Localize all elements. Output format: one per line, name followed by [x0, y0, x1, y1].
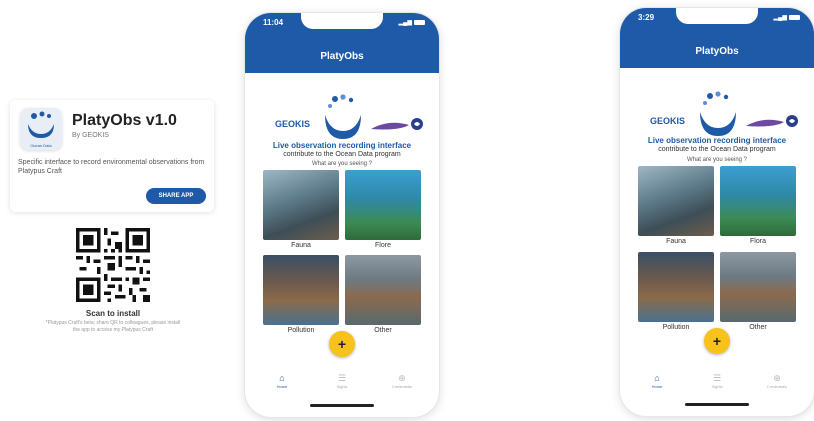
tile-label: Pollution [287, 327, 315, 334]
water-drops-icon [28, 111, 54, 138]
status-icons: ▂▄▆ [399, 19, 425, 26]
add-observation-button[interactable]: + [329, 331, 355, 357]
app-publisher: By GEOKIS [72, 132, 109, 139]
other-photo [720, 252, 796, 322]
nav-home[interactable]: ⌂ Home [632, 373, 682, 389]
home-icon: ⌂ [654, 373, 660, 383]
battery-icon [414, 19, 425, 25]
home-indicator [685, 403, 749, 406]
phone-notch [301, 13, 383, 29]
home-indicator [310, 404, 374, 407]
app-description: Specific interface to record environment… [18, 159, 205, 175]
app-icon: Ocean Data [20, 108, 62, 150]
platypus-craft-logo [746, 115, 798, 127]
pollution-photo [263, 255, 339, 325]
tile-label: Fauna [291, 242, 311, 249]
app-header: 11:04 ▂▄▆ PlatyObs [245, 13, 439, 73]
what-are-you-seeing-text: What are you seeing ? [311, 161, 373, 167]
pollution-photo [638, 252, 714, 322]
live-observation-text: Live observation recording interface [647, 136, 787, 145]
what-are-you-seeing-text: What are you seeing ? [686, 157, 748, 163]
nav-credentials[interactable]: ⊕ Credentials [752, 373, 802, 389]
add-observation-button[interactable]: + [704, 328, 730, 354]
phone-screen-1: 11:04 ▂▄▆ PlatyObs GEOKIS Live observati… [245, 13, 439, 417]
scan-to-install-subtitle: *Platypus Craft's beta; share QR to coll… [45, 320, 181, 333]
scan-to-install-title: Scan to install [85, 309, 141, 318]
status-time: 11:04 [263, 18, 284, 27]
phone-screen-2: 3:29 ▂▄▆ PlatyObs GEOKIS Live observatio… [620, 8, 814, 416]
tile-flora[interactable]: Flora [720, 166, 796, 245]
header-title: PlatyObs [320, 51, 364, 62]
tile-label: Other [374, 327, 392, 334]
bottom-nav: ⌂ Home ☰ Sights ⊕ Credentials [245, 373, 439, 403]
tile-fauna[interactable]: Fauna [638, 166, 714, 245]
globe-icon: ⊕ [398, 373, 406, 383]
other-photo [345, 255, 421, 325]
status-icons: ▂▄▆ [774, 14, 800, 21]
qr-code [76, 228, 150, 302]
header-title: PlatyObs [695, 46, 739, 57]
tile-other[interactable]: Other [720, 252, 796, 331]
ocean-data-logo-icon [325, 94, 361, 139]
nav-sights[interactable]: ☰ Sights [692, 373, 742, 389]
share-app-button[interactable]: SHARE APP [146, 188, 206, 204]
tile-label: Fauna [666, 238, 686, 245]
live-observation-text: Live observation recording interface [272, 141, 412, 150]
ocean-data-logo-icon [700, 91, 736, 136]
geokis-logo: GEOKIS [650, 116, 686, 126]
signal-icon: ▂▄▆ [398, 20, 412, 26]
tile-other[interactable]: Other [345, 255, 421, 334]
home-icon: ⌂ [279, 373, 285, 383]
tile-label: Flora [750, 238, 766, 245]
flora-photo [345, 170, 421, 240]
list-icon: ☰ [712, 373, 722, 383]
signal-icon: ▂▄▆ [773, 15, 787, 21]
geokis-logo: GEOKIS [275, 119, 311, 129]
list-icon: ☰ [337, 373, 347, 383]
app-icon-caption: Ocean Data [30, 143, 52, 148]
fauna-photo [638, 166, 714, 236]
platypus-craft-logo [371, 118, 423, 130]
battery-icon [789, 14, 800, 20]
tile-pollution[interactable]: Pollution [263, 255, 339, 334]
phone-notch [676, 8, 758, 24]
tile-label: Other [749, 324, 767, 331]
bottom-nav: ⌂ Home ☰ Sights ⊕ Credentials [620, 373, 814, 403]
tile-label: Flore [375, 242, 391, 249]
tile-label: Pollution [662, 324, 690, 331]
tile-flora[interactable]: Flore [345, 170, 421, 249]
nav-credentials[interactable]: ⊕ Credentials [377, 373, 427, 389]
status-time: 3:29 [638, 13, 655, 22]
contribute-text: contribute to the Ocean Data program [283, 151, 401, 158]
app-title: PlatyObs v1.0 [72, 112, 177, 129]
nav-home[interactable]: ⌂ Home [257, 373, 307, 389]
tile-fauna[interactable]: Fauna [263, 170, 339, 249]
fauna-photo [263, 170, 339, 240]
tile-pollution[interactable]: Pollution [638, 252, 714, 331]
nav-sights[interactable]: ☰ Sights [317, 373, 367, 389]
logo-row: GEOKIS [620, 90, 814, 140]
app-info-card: Ocean Data PlatyObs v1.0 By GEOKIS Speci… [10, 100, 214, 212]
logo-row: GEOKIS [245, 93, 439, 143]
flora-photo [720, 166, 796, 236]
app-header: 3:29 ▂▄▆ PlatyObs [620, 8, 814, 68]
globe-icon: ⊕ [773, 373, 781, 383]
contribute-text: contribute to the Ocean Data program [658, 146, 776, 153]
